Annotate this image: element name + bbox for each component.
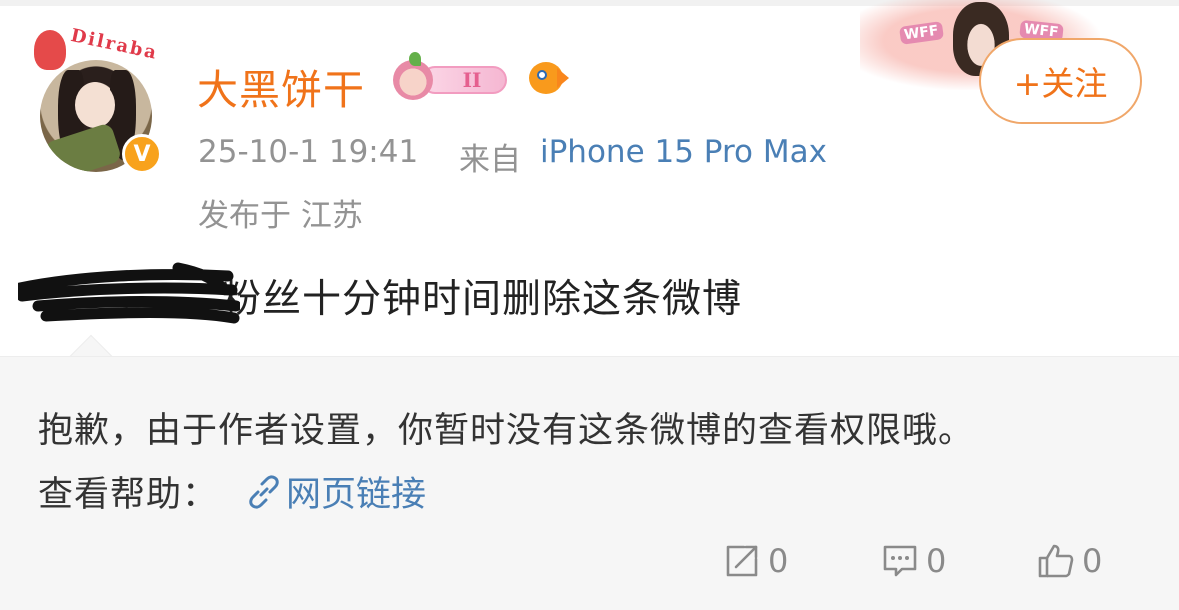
level-badge-pill: II [421, 66, 507, 94]
fish-tail [557, 68, 569, 88]
level-badge-leaf-icon [409, 52, 421, 66]
avatar-decoration: Dilraba [34, 25, 160, 80]
thumbs-up-icon [1038, 544, 1074, 578]
level-badge-mascot-icon [393, 60, 433, 100]
help-link-text: 网页链接 [286, 475, 427, 515]
fan-badge-label: WFF [898, 21, 944, 45]
level-badge[interactable]: II [393, 52, 513, 102]
repost-button[interactable]: 0 [722, 536, 788, 586]
post-device[interactable]: iPhone 15 Pro Max [540, 134, 827, 170]
link-icon [249, 474, 279, 509]
avatar-deco-character [34, 30, 66, 70]
fish-badge-icon[interactable] [525, 60, 569, 96]
repost-count: 0 [768, 542, 789, 580]
avatar-face [75, 82, 115, 128]
follow-button[interactable]: +关注 [979, 38, 1142, 124]
repost-icon [726, 545, 758, 577]
post-content-text: 粉丝十分钟时间删除这条微博 [222, 277, 743, 322]
redaction-scribble [18, 262, 240, 324]
fish-eye [537, 70, 547, 80]
comment-icon [883, 545, 917, 577]
comment-button[interactable]: 0 [880, 536, 946, 586]
like-count: 0 [1082, 542, 1103, 580]
post-location: 发布于 江苏 [198, 198, 363, 234]
verified-badge-icon: V [122, 134, 162, 174]
help-label: 查看帮助： [38, 475, 219, 515]
like-button[interactable]: 0 [1036, 536, 1102, 586]
comment-count: 0 [926, 542, 947, 580]
avatar[interactable]: Dilraba V [34, 25, 162, 174]
post-time: 25-10-1 19:41 [198, 134, 419, 170]
notice-message: 抱歉，由于作者设置，你暂时没有这条微博的查看权限哦。 [38, 411, 975, 451]
help-link[interactable]: 网页链接 [246, 466, 426, 517]
username[interactable]: 大黑饼干 [197, 56, 365, 116]
post-source-prefix: 来自 [459, 142, 521, 178]
avatar-deco-text: Dilraba [68, 25, 160, 64]
